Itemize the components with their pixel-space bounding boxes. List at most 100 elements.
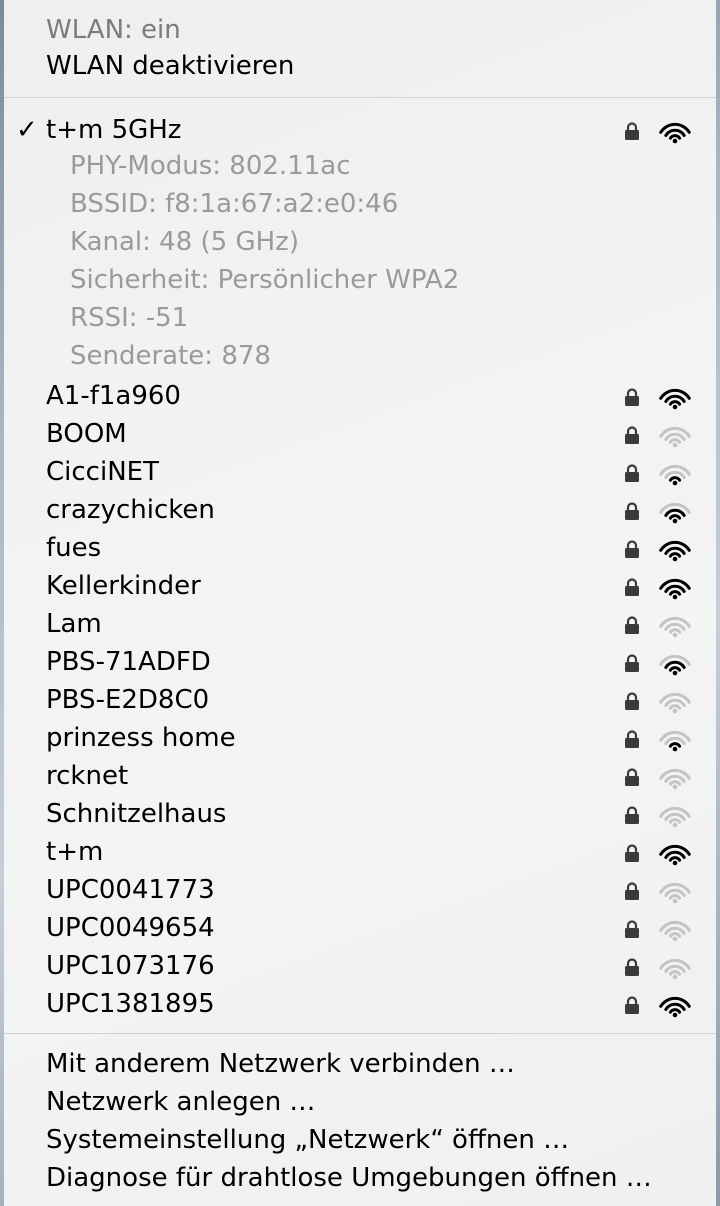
network-item[interactable]: Lam [4,605,716,643]
network-name: BOOM [46,419,127,449]
network-name: UPC1073176 [46,951,215,981]
lock-icon [625,692,639,710]
wifi-signal-icon [659,958,691,980]
network-item-current[interactable]: ✓ t+m 5GHz [4,111,716,149]
network-name: Kellerkinder [46,571,201,601]
network-name: CicciNET [46,457,159,487]
network-item[interactable]: PBS-71ADFD [4,643,716,681]
lock-icon [625,882,639,900]
lock-icon [625,654,639,672]
wifi-signal-icon [659,692,691,714]
wlan-toggle-label: WLAN deaktivieren [46,51,295,81]
network-name: PBS-71ADFD [46,647,211,677]
open-wireless-diagnostics-item[interactable]: Diagnose für drahtlose Umgebungen öffnen… [4,1159,716,1197]
wifi-signal-icon [659,578,691,600]
separator [4,97,716,98]
network-name: A1-f1a960 [46,381,181,411]
lock-icon [625,426,639,444]
detail-bssid: BSSID: f8:1a:67:a2:e0:46 [4,185,716,223]
wifi-signal-icon [659,388,691,410]
network-item[interactable]: UPC1073176 [4,947,716,985]
network-name: crazychicken [46,495,215,525]
detail-phy-mode-label: PHY-Modus: 802.11ac [70,151,351,181]
detail-channel: Kanal: 48 (5 GHz) [4,223,716,261]
detail-tx-rate: Senderate: 878 [4,337,716,375]
wifi-signal-icon [659,426,691,448]
wifi-signal-icon [659,844,691,866]
lock-icon [625,730,639,748]
detail-rssi: RSSI: -51 [4,299,716,337]
wifi-signal-icon [659,768,691,790]
wifi-signal-icon [659,616,691,638]
wlan-toggle-item[interactable]: WLAN deaktivieren [4,47,716,85]
lock-icon [625,616,639,634]
wifi-menu: WLAN: ein WLAN deaktivieren ✓ t+m 5GHz P… [4,0,716,1206]
network-item[interactable]: UPC0049654 [4,909,716,947]
network-name: UPC1381895 [46,989,215,1019]
network-item[interactable]: BOOM [4,415,716,453]
network-name: fues [46,533,102,563]
lock-icon [625,806,639,824]
wifi-signal-icon [659,540,691,562]
network-name: UPC0041773 [46,875,215,905]
detail-phy-mode: PHY-Modus: 802.11ac [4,147,716,185]
lock-icon [625,540,639,558]
lock-icon [625,578,639,596]
lock-icon [625,844,639,862]
wlan-status-label: WLAN: ein [46,15,181,45]
network-item[interactable]: UPC0041773 [4,871,716,909]
network-item[interactable]: fues [4,529,716,567]
detail-security-label: Sicherheit: Persönlicher WPA2 [70,265,460,295]
detail-security: Sicherheit: Persönlicher WPA2 [4,261,716,299]
wifi-signal-icon [659,464,691,486]
open-wireless-diagnostics-label: Diagnose für drahtlose Umgebungen öffnen… [46,1163,652,1193]
wifi-signal-icon [659,882,691,904]
wifi-signal-icon [659,654,691,676]
detail-tx-rate-label: Senderate: 878 [70,341,271,371]
lock-icon [625,958,639,976]
wlan-status: WLAN: ein [4,11,716,49]
network-name: PBS-E2D8C0 [46,685,210,715]
network-item[interactable]: t+m [4,833,716,871]
network-item[interactable]: A1-f1a960 [4,377,716,415]
separator [4,1033,716,1034]
detail-bssid-label: BSSID: f8:1a:67:a2:e0:46 [70,189,399,219]
wifi-signal-icon [659,502,691,524]
wifi-signal-icon [659,920,691,942]
lock-icon [625,388,639,406]
network-name: prinzess home [46,723,236,753]
network-item[interactable]: PBS-E2D8C0 [4,681,716,719]
network-item[interactable]: UPC1381895 [4,985,716,1023]
join-other-network-label: Mit anderem Netzwerk verbinden … [46,1049,515,1079]
network-name: t+m [46,837,104,867]
network-name: Schnitzelhaus [46,799,227,829]
network-item[interactable]: crazychicken [4,491,716,529]
network-item[interactable]: prinzess home [4,719,716,757]
wifi-signal-icon [659,806,691,828]
network-item[interactable]: rcknet [4,757,716,795]
network-name: UPC0049654 [46,913,215,943]
open-network-preferences-item[interactable]: Systemeinstellung „Netzwerk“ öffnen … [4,1121,716,1159]
join-other-network-item[interactable]: Mit anderem Netzwerk verbinden … [4,1045,716,1083]
network-item[interactable]: Kellerkinder [4,567,716,605]
lock-icon [625,464,639,482]
lock-icon [625,122,639,140]
network-name: Lam [46,609,102,639]
wifi-signal-icon [659,996,691,1018]
current-network-name: t+m 5GHz [46,115,182,145]
lock-icon [625,502,639,520]
lock-icon [625,996,639,1014]
lock-icon [625,920,639,938]
create-network-item[interactable]: Netzwerk anlegen … [4,1083,716,1121]
network-name: rcknet [46,761,129,791]
network-item[interactable]: CicciNET [4,453,716,491]
network-item[interactable]: Schnitzelhaus [4,795,716,833]
detail-rssi-label: RSSI: -51 [70,303,189,333]
open-network-preferences-label: Systemeinstellung „Netzwerk“ öffnen … [46,1125,570,1155]
lock-icon [625,768,639,786]
detail-channel-label: Kanal: 48 (5 GHz) [70,227,299,257]
checkmark-icon: ✓ [16,115,38,145]
wifi-signal-icon [659,122,691,144]
create-network-label: Netzwerk anlegen … [46,1087,316,1117]
wifi-signal-icon [659,730,691,752]
